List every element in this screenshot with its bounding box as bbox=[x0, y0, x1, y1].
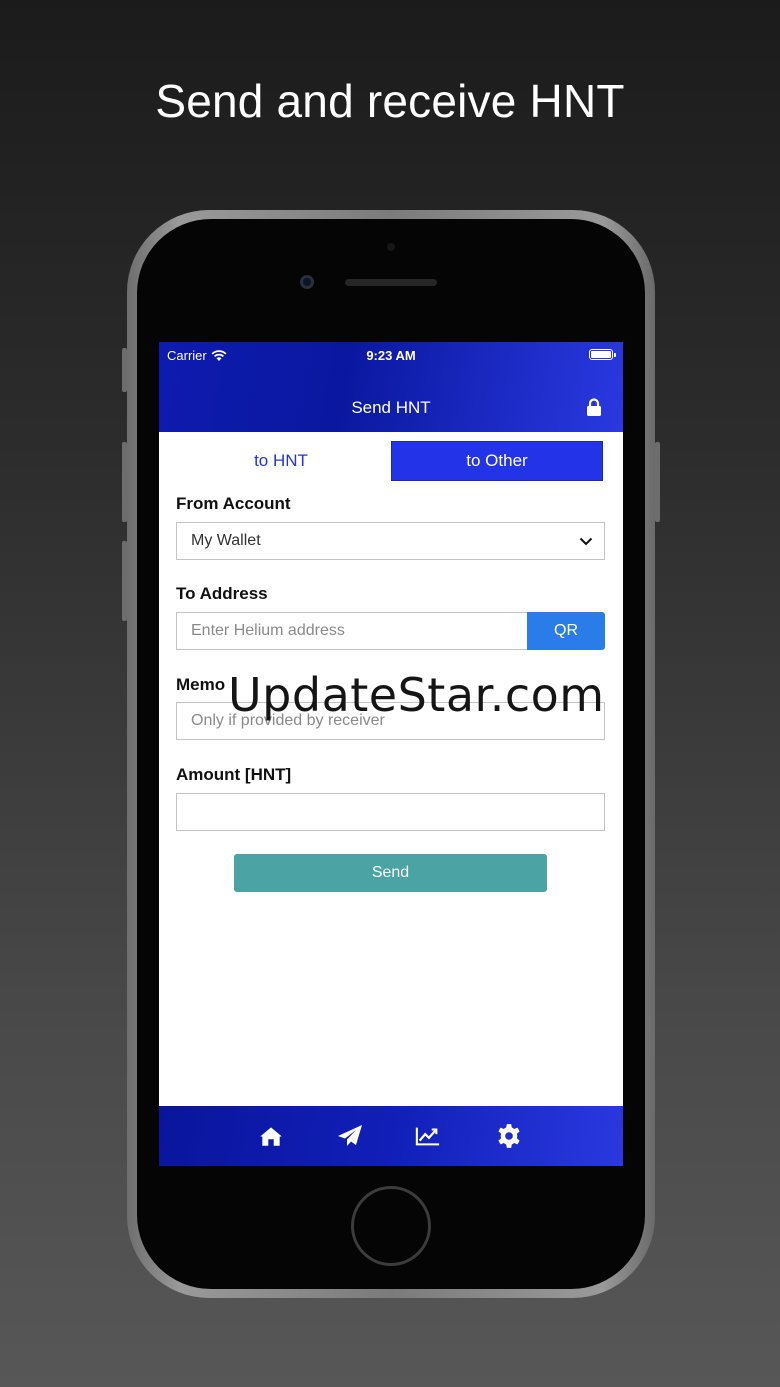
headline: Send and receive HNT bbox=[155, 75, 625, 127]
from-account-label: From Account bbox=[176, 494, 291, 513]
home-icon[interactable] bbox=[258, 1123, 284, 1149]
amount-label: Amount [HNT] bbox=[176, 765, 292, 784]
home-button[interactable] bbox=[351, 1186, 431, 1266]
power-button bbox=[655, 442, 660, 522]
memo-label: Memo bbox=[176, 675, 226, 694]
tab-bar bbox=[159, 1106, 623, 1166]
tab-to-other[interactable]: to Other bbox=[391, 441, 603, 481]
lock-icon[interactable] bbox=[586, 398, 602, 417]
volume-up-button bbox=[122, 442, 127, 522]
watermark: UpdateStar.com bbox=[228, 668, 605, 722]
battery-icon bbox=[589, 349, 616, 360]
sensor bbox=[387, 243, 395, 251]
mute-switch bbox=[122, 348, 127, 392]
send-button[interactable]: Send bbox=[234, 854, 547, 892]
status-time: 9:23 AM bbox=[366, 348, 416, 363]
to-address-input[interactable]: Enter Helium address bbox=[176, 612, 528, 650]
chevron-down-icon bbox=[579, 537, 593, 546]
amount-input[interactable] bbox=[176, 793, 605, 831]
send-icon[interactable] bbox=[337, 1123, 363, 1149]
qr-button[interactable]: QR bbox=[527, 612, 605, 650]
from-account-value: My Wallet bbox=[191, 532, 261, 549]
chart-icon[interactable] bbox=[415, 1123, 441, 1149]
volume-down-button bbox=[122, 541, 127, 621]
app-screen: Carrier 9:23 AM Send HNT to HNT to Other… bbox=[159, 342, 623, 1166]
front-camera bbox=[300, 275, 314, 289]
earpiece-speaker bbox=[345, 279, 437, 286]
page-title: Send HNT bbox=[351, 398, 431, 417]
tab-to-hnt[interactable]: to HNT bbox=[175, 441, 387, 481]
to-address-label: To Address bbox=[176, 584, 268, 603]
gear-icon[interactable] bbox=[496, 1123, 522, 1149]
from-account-select[interactable]: My Wallet bbox=[176, 522, 605, 560]
navigation-bar: Carrier 9:23 AM Send HNT bbox=[159, 342, 623, 432]
